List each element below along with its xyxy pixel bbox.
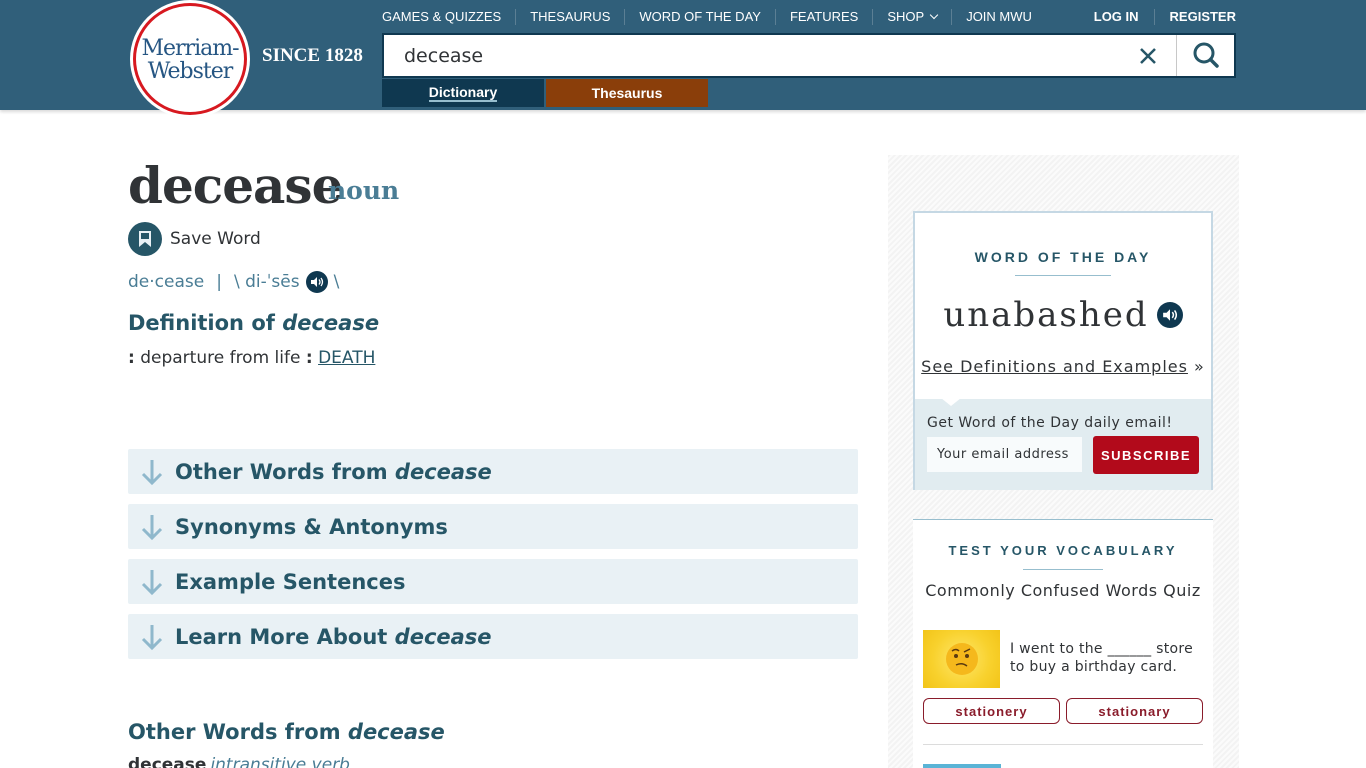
arrow-down-icon	[141, 459, 163, 485]
section-synonyms-antonyms[interactable]: Synonyms & Antonyms	[128, 504, 858, 549]
vocab-heading: TEST YOUR VOCABULARY	[948, 543, 1178, 558]
thinking-emoji-image	[923, 630, 1000, 688]
wod-word-row: unabashed	[915, 295, 1211, 335]
logo-line-2: Webster	[147, 59, 234, 84]
vocabulary-quiz-widget: TEST YOUR VOCABULARY Commonly Confused W…	[913, 519, 1213, 768]
save-word-label: Save Word	[170, 229, 261, 249]
section-example-sentences[interactable]: Example Sentences	[128, 559, 858, 604]
other-words-title: Other Words from decease	[128, 720, 445, 744]
section-other-words[interactable]: Other Words from decease	[128, 449, 858, 494]
other-words-entry: decease intransitive verb	[128, 755, 350, 768]
wod-email-signup: Get Word of the Day daily email! SUBSCRI…	[915, 398, 1211, 490]
part-of-speech[interactable]: noun	[328, 176, 399, 205]
quiz-option-stationary[interactable]: stationary	[1066, 698, 1203, 724]
search-button[interactable]	[1176, 35, 1234, 76]
wod-heading: WORD OF THE DAY	[974, 249, 1152, 265]
speaker-icon	[1162, 309, 1177, 321]
wod-link-row: See Definitions and Examples »	[915, 357, 1211, 376]
link-arrow: »	[1187, 357, 1205, 376]
def-colon-2: :	[305, 348, 313, 368]
separator: |	[216, 272, 222, 292]
quiz-question: I went to the ______ store to buy a birt…	[1010, 641, 1194, 675]
divider	[1023, 569, 1103, 570]
quiz-option-stationery[interactable]: stationery	[923, 698, 1060, 724]
notch	[941, 398, 961, 406]
search-tabs: Dictionary Thesaurus	[382, 79, 708, 107]
tab-thesaurus[interactable]: Thesaurus	[546, 79, 708, 107]
definition-text: : departure from life : DEATH	[128, 348, 375, 368]
auth-links: LOG IN REGISTER	[1079, 9, 1236, 25]
speaker-icon	[310, 277, 323, 287]
search-input[interactable]	[384, 35, 1124, 76]
def-colon: :	[128, 348, 135, 368]
headword: decease	[128, 156, 343, 215]
thinking-face-icon	[945, 643, 978, 675]
clear-search-button[interactable]	[1136, 44, 1160, 68]
divider	[923, 744, 1203, 745]
nav-word-of-the-day[interactable]: WORD OF THE DAY	[624, 9, 775, 25]
nav-thesaurus[interactable]: THESAURUS	[515, 9, 624, 25]
nav-shop[interactable]: SHOP	[872, 9, 951, 25]
tab-thesaurus-label: Thesaurus	[591, 85, 663, 101]
arrow-down-icon	[141, 514, 163, 540]
definition-title: Definition of decease	[128, 311, 379, 335]
section-label: Other Words from decease	[175, 459, 492, 484]
search-bar	[382, 33, 1236, 78]
site-header: Merriam- Webster SINCE 1828 GAMES & QUIZ…	[0, 0, 1366, 118]
chevron-down-icon	[929, 10, 939, 20]
quiz-title[interactable]: Commonly Confused Words Quiz	[913, 581, 1213, 600]
register-link[interactable]: REGISTER	[1153, 9, 1236, 25]
pronunciation: \ di-ˈsēs	[233, 272, 300, 292]
tab-dictionary[interactable]: Dictionary	[382, 79, 544, 107]
merriam-webster-logo[interactable]: Merriam- Webster	[130, 0, 250, 118]
right-sidebar: WORD OF THE DAY unabashed See Definition…	[888, 155, 1239, 768]
arrow-down-icon	[141, 569, 163, 595]
search-icon	[1193, 42, 1219, 68]
other-word-pos: intransitive verb	[210, 755, 350, 768]
def-body: departure from life	[134, 348, 306, 368]
email-label: Get Word of the Day daily email!	[927, 415, 1173, 431]
bookmark-icon	[128, 222, 162, 256]
save-word-button[interactable]: Save Word	[128, 222, 261, 256]
section-learn-more[interactable]: Learn More About decease	[128, 614, 858, 659]
next-quiz-thumbnail[interactable]	[923, 764, 1001, 768]
logo-text: Merriam- Webster	[141, 36, 239, 84]
divider	[1015, 275, 1111, 276]
see-definitions-link[interactable]: See Definitions and Examples	[921, 357, 1188, 376]
since-1828-tagline: SINCE 1828	[262, 45, 363, 66]
nav-shop-label: SHOP	[887, 9, 925, 24]
definition-title-word: decease	[282, 311, 380, 335]
word-of-the-day-widget: WORD OF THE DAY unabashed See Definition…	[913, 211, 1213, 490]
death-link[interactable]: DEATH	[318, 348, 375, 368]
pronunciation-close: \	[333, 272, 340, 292]
subscribe-button[interactable]: SUBSCRIBE	[1093, 436, 1199, 474]
nav-join-mwu[interactable]: JOIN MWU	[951, 9, 1046, 25]
section-label: Synonyms & Antonyms	[175, 514, 448, 539]
pronunciation-line: de·cease | \ di-ˈsēs \	[128, 271, 339, 293]
section-label: Learn More About decease	[175, 624, 492, 649]
close-icon	[1140, 48, 1156, 64]
email-input[interactable]	[927, 437, 1082, 472]
login-link[interactable]: LOG IN	[1079, 9, 1154, 25]
syllables: de·cease	[128, 272, 205, 292]
logo-line-1: Merriam-	[141, 36, 239, 61]
top-nav: GAMES & QUIZZES THESAURUS WORD OF THE DA…	[382, 9, 1046, 25]
definition-title-prefix: Definition of	[128, 311, 283, 335]
wod-word[interactable]: unabashed	[943, 295, 1148, 335]
section-label: Example Sentences	[175, 569, 406, 594]
other-word: decease	[128, 755, 207, 768]
nav-features[interactable]: FEATURES	[774, 9, 872, 25]
tab-dictionary-label: Dictionary	[428, 84, 498, 102]
arrow-down-icon	[141, 624, 163, 650]
play-pronunciation-button[interactable]	[305, 271, 328, 293]
wod-play-audio-button[interactable]	[1156, 302, 1183, 328]
nav-games-quizzes[interactable]: GAMES & QUIZZES	[382, 9, 515, 25]
